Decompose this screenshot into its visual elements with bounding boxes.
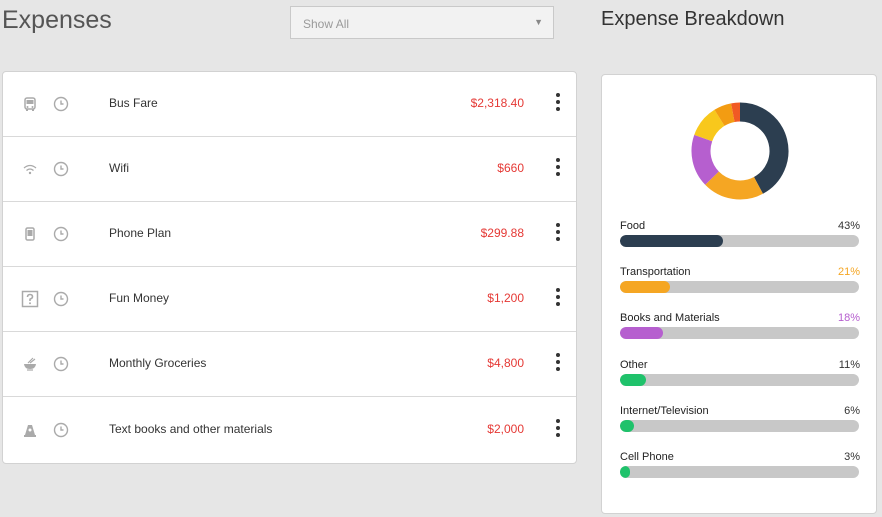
filter-dropdown[interactable]: Show All ▼ [290,6,554,39]
expense-row-text-books[interactable]: Text books and other materials $2,000 [3,398,576,463]
breakdown-bar-books-and-materials: Books and Materials 18% [620,312,860,348]
expense-name: Monthly Groceries [109,356,207,370]
bar-percent: 11% [838,359,860,371]
donut-segment-cell-phone [731,102,741,123]
clock-icon[interactable] [53,161,69,177]
clock-icon[interactable] [53,291,69,307]
page-title: Expenses [2,6,112,34]
donut-segment-other [694,109,725,142]
bar-label: Internet/Television [620,405,709,417]
expense-row-wifi[interactable]: Wifi $660 [3,137,576,202]
expense-amount: $660 [497,161,524,175]
phone-icon [25,227,35,241]
expense-name: Wifi [109,161,129,175]
expense-amount: $4,800 [487,356,524,370]
breakdown-title: Expense Breakdown [601,8,785,30]
expense-row-fun-money[interactable]: Fun Money $1,200 [3,267,576,332]
bar-fill [620,281,671,293]
expense-row-phone-plan[interactable]: Phone Plan $299.88 [3,202,576,267]
breakdown-donut-chart [691,102,789,200]
more-options-icon[interactable] [552,353,564,373]
breakdown-bar-internet-television: Internet/Television 6% [620,405,860,441]
expense-amount: $2,000 [487,422,524,436]
bus-icon [24,97,36,111]
clock-icon[interactable] [53,422,69,438]
breakdown-bar-transportation: Transportation 21% [620,266,860,302]
expense-amount: $1,200 [487,291,524,305]
clock-icon[interactable] [53,96,69,112]
bar-percent: 3% [844,451,860,463]
clock-icon[interactable] [53,356,69,372]
chevron-down-icon: ▼ [534,17,543,27]
bar-label: Transportation [620,266,691,278]
more-options-icon[interactable] [552,288,564,308]
bar-fill [620,466,630,478]
donut-segment-transportation [705,171,763,200]
more-options-icon[interactable] [552,158,564,178]
expense-list: Bus Fare $2,318.40 Wifi $660 Phone Plan … [2,71,577,464]
bar-fill [620,327,664,339]
bar-label: Food [620,220,646,232]
filter-selected-value: Show All [303,17,350,31]
bar-percent: 43% [837,220,860,232]
clock-icon[interactable] [53,226,69,242]
bar-track [620,327,859,339]
expense-name: Fun Money [109,291,170,305]
bar-fill [620,374,647,386]
expense-amount: $299.88 [480,226,524,240]
wifi-icon [23,164,37,175]
bar-track [620,466,859,478]
bar-label: Other [620,359,648,371]
bar-percent: 6% [844,405,860,417]
bar-fill [620,235,723,247]
breakdown-bar-food: Food 43% [620,220,860,256]
bar-label: Cell Phone [620,451,674,463]
expense-amount: $2,318.40 [470,96,524,110]
bar-track [620,374,859,386]
donut-segment-internet-television [714,103,735,127]
donut-segment-food [739,102,789,194]
bar-fill [620,420,635,432]
bar-track [620,281,859,293]
books-icon [24,425,36,437]
food-bowl-icon [24,357,36,371]
bar-percent: 18% [837,312,860,324]
breakdown-bar-cell-phone: Cell Phone 3% [620,451,860,487]
bar-track [620,235,859,247]
breakdown-bar-other: Other 11% [620,359,860,395]
question-icon [21,290,39,308]
bar-track [620,420,859,432]
expense-name: Text books and other materials [109,422,273,436]
expense-row-monthly-groceries[interactable]: Monthly Groceries $4,800 [3,332,576,397]
bar-percent: 21% [837,266,860,278]
expense-name: Phone Plan [109,226,172,240]
expense-row-bus-fare[interactable]: Bus Fare $2,318.40 [3,72,576,137]
more-options-icon[interactable] [552,93,564,113]
bar-label: Books and Materials [620,312,720,324]
more-options-icon[interactable] [552,419,564,439]
donut-segment-books-and-materials [691,134,720,185]
expense-name: Bus Fare [109,96,158,110]
breakdown-card: Food 43% Transportation 21% Books and Ma… [601,74,877,514]
more-options-icon[interactable] [552,223,564,243]
